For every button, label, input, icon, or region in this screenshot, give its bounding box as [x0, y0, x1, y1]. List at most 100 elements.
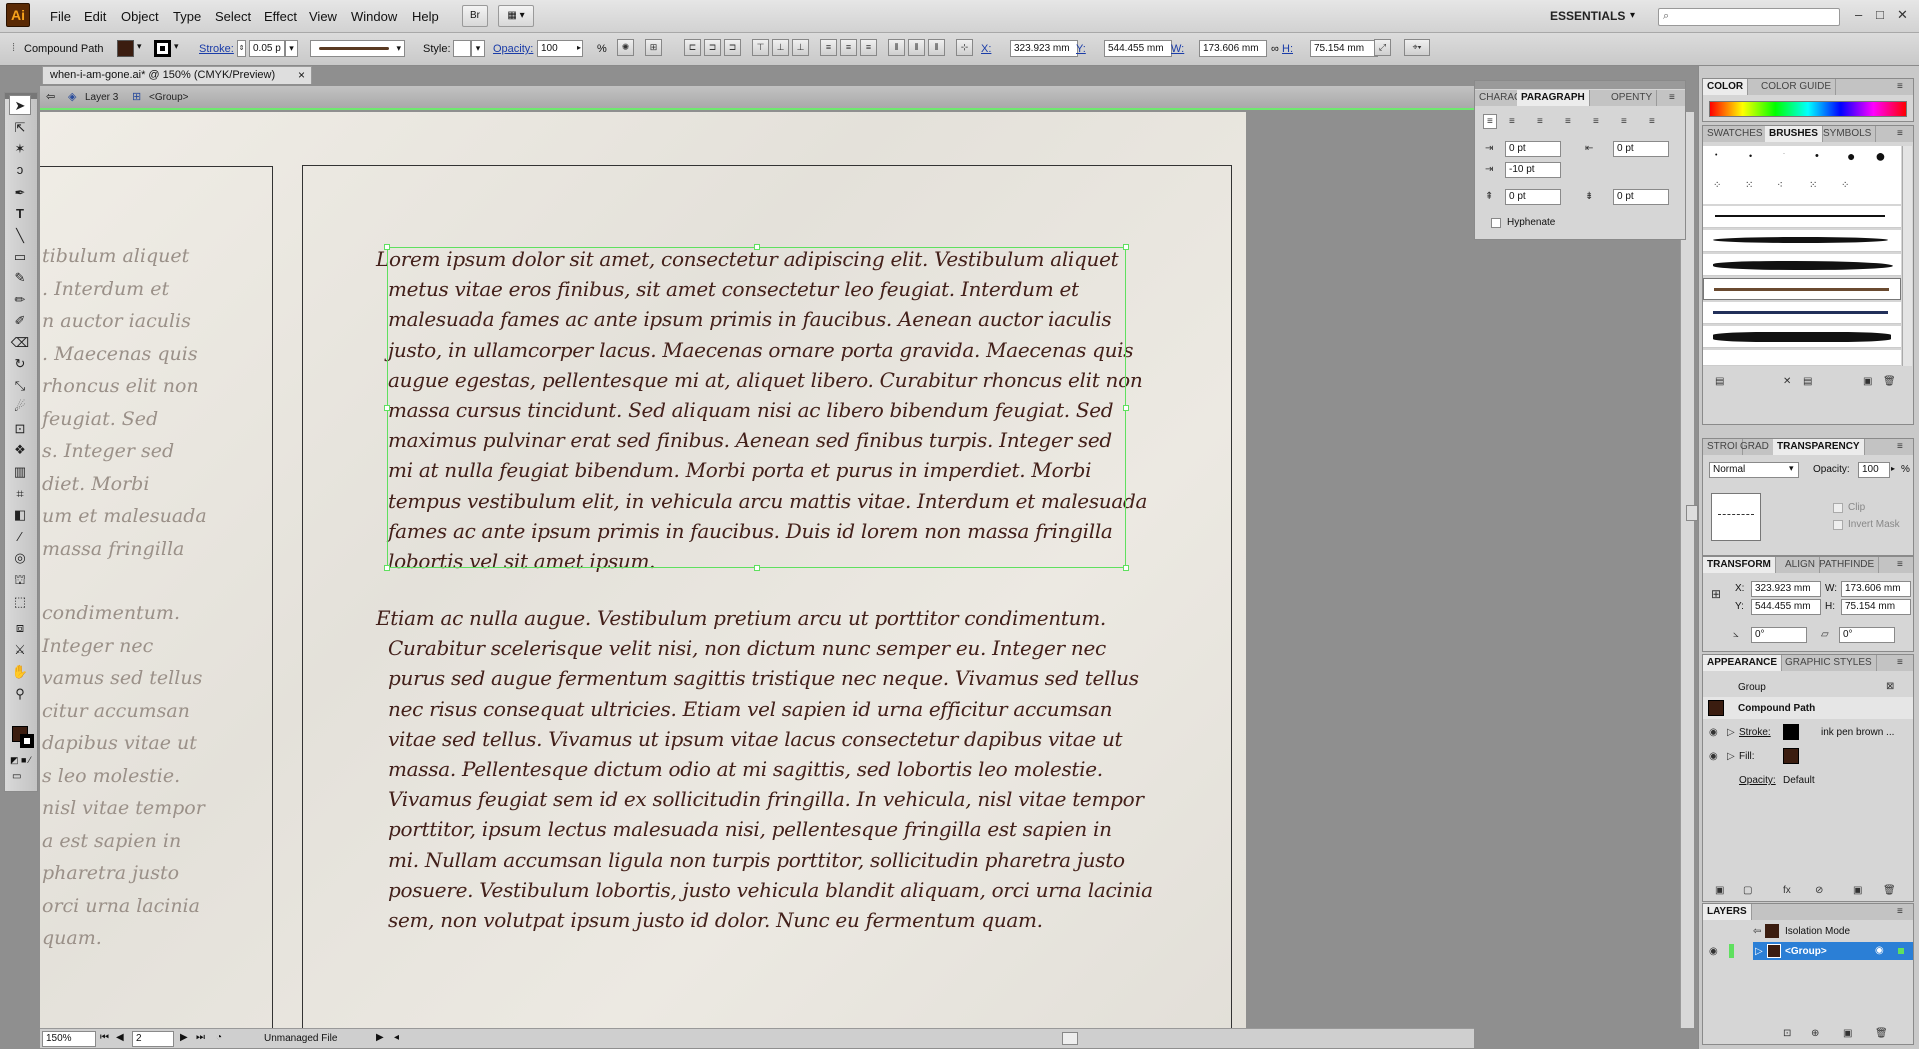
tab-gradient[interactable]: GRAD: [1736, 439, 1774, 455]
art-brush-row-selected[interactable]: [1703, 278, 1901, 300]
direct-selection-tool-icon[interactable]: ⇱: [9, 118, 31, 138]
zoom-tool-icon[interactable]: ⚲: [9, 684, 31, 704]
chevron-right-icon[interactable]: ▸: [577, 43, 581, 52]
next-artboard-icon[interactable]: ▶: [180, 1032, 188, 1043]
color-spectrum[interactable]: [1709, 101, 1907, 117]
transform-icon[interactable]: ⤢: [1374, 39, 1391, 56]
stroke-label[interactable]: Stroke:: [199, 43, 234, 55]
screen-mode-icon[interactable]: ▭: [12, 771, 21, 782]
selection-handle[interactable]: [384, 565, 390, 571]
expand-triangle-icon[interactable]: ▷: [1755, 946, 1763, 957]
new-layer-icon[interactable]: ▣: [1843, 1028, 1852, 1039]
brush-libraries-icon[interactable]: ▤: [1715, 376, 1724, 387]
brush-dot-icon[interactable]: •: [1749, 151, 1752, 161]
artboard-number[interactable]: 2: [132, 1031, 174, 1047]
h-input[interactable]: 75.154 mm: [1310, 40, 1378, 57]
align-top-icon[interactable]: ⊤: [752, 39, 769, 56]
live-paint-tool-icon[interactable]: ⛫: [9, 570, 31, 590]
brush-dot-icon[interactable]: •: [1715, 152, 1717, 159]
style-swatch[interactable]: [453, 40, 471, 57]
align-center-text-icon[interactable]: ≡: [1509, 116, 1515, 127]
justify-left-icon[interactable]: ≡: [1565, 116, 1571, 127]
art-brush-row[interactable]: [1703, 326, 1901, 348]
mesh-tool-icon[interactable]: ⌗: [9, 484, 31, 504]
distribute-right-icon[interactable]: ⫴: [928, 39, 945, 56]
tab-layers[interactable]: LAYERS: [1703, 904, 1752, 920]
rectangle-tool-icon[interactable]: ▭: [9, 247, 31, 267]
object-thumbnail[interactable]: [1711, 493, 1761, 541]
isolate-icon[interactable]: ⌖▾: [1404, 39, 1430, 56]
stepper-icon[interactable]: ⇕: [237, 40, 246, 57]
tab-paragraph[interactable]: PARAGRAPH: [1517, 90, 1590, 106]
expand-triangle-icon[interactable]: ▷: [1727, 727, 1735, 738]
delete-brush-icon[interactable]: 🗑: [1883, 376, 1896, 387]
last-artboard-icon[interactable]: ⏭: [196, 1032, 205, 1043]
lasso-tool-icon[interactable]: ↄ: [9, 160, 31, 180]
magic-wand-tool-icon[interactable]: ✶: [9, 139, 31, 159]
art-brush-row[interactable]: [1703, 230, 1901, 252]
scroll-thumb[interactable]: [1686, 505, 1698, 521]
remove-brush-stroke-icon[interactable]: ✕: [1783, 376, 1791, 387]
brush-dot-icon[interactable]: •: [1815, 150, 1819, 162]
menu-help[interactable]: Help: [412, 9, 439, 24]
appearance-opacity-label[interactable]: Opacity:: [1739, 775, 1776, 786]
space-after-input[interactable]: 0 pt: [1613, 189, 1669, 205]
reference-point-icon[interactable]: ⊹: [956, 39, 973, 56]
chevron-down-icon[interactable]: ▾: [174, 41, 179, 52]
menu-window[interactable]: Window: [351, 9, 397, 24]
tab-transparency[interactable]: TRANSPARENCY: [1773, 439, 1865, 455]
panel-menu-icon[interactable]: ≡: [1897, 559, 1903, 570]
distribute-hcenter-icon[interactable]: ⫴: [908, 39, 925, 56]
tab-brushes[interactable]: BRUSHES: [1765, 126, 1823, 142]
warp-tool-icon[interactable]: ☄: [9, 397, 31, 417]
brush-dot-icon[interactable]: ●: [1875, 146, 1886, 167]
panel-menu-icon[interactable]: ≡: [1669, 92, 1675, 103]
menu-object[interactable]: Object: [121, 9, 159, 24]
eraser-tool-icon[interactable]: ⌫: [9, 333, 31, 353]
appearance-stroke-value[interactable]: ink pen brown ...: [1821, 727, 1894, 738]
new-brush-icon[interactable]: ▣: [1863, 376, 1872, 387]
selection-handle[interactable]: [1123, 565, 1129, 571]
right-indent-input[interactable]: 0 pt: [1613, 141, 1669, 157]
blob-brush-tool-icon[interactable]: ✐: [9, 311, 31, 331]
first-artboard-icon[interactable]: ⏮: [100, 1032, 109, 1043]
tab-color-guide[interactable]: COLOR GUIDE: [1757, 79, 1837, 95]
art-brush-row[interactable]: [1703, 302, 1901, 324]
x-input[interactable]: 323.923 mm: [1010, 40, 1078, 57]
scale-tool-icon[interactable]: ⤡: [9, 376, 31, 396]
file-status[interactable]: Unmanaged File: [264, 1033, 337, 1044]
scatter-brush-icon[interactable]: ⁙: [1809, 180, 1817, 191]
free-transform-tool-icon[interactable]: ⊡: [9, 419, 31, 439]
selection-handle[interactable]: [384, 405, 390, 411]
status-menu-arrow-icon[interactable]: ▶: [376, 1032, 384, 1043]
vertical-scrollbar[interactable]: [1680, 112, 1694, 1028]
new-sublayer-icon[interactable]: ⊕: [1811, 1028, 1819, 1039]
panel-menu-icon[interactable]: ≡: [1897, 441, 1903, 452]
selection-handle[interactable]: [754, 565, 760, 571]
panel-menu-icon[interactable]: ≡: [1897, 128, 1903, 139]
stroke-swatch[interactable]: [154, 40, 171, 57]
brush-dot-icon[interactable]: ·: [1783, 151, 1785, 157]
menu-select[interactable]: Select: [215, 9, 251, 24]
panel-menu-icon[interactable]: ≡: [1897, 906, 1903, 917]
transform-y-input[interactable]: 544.455 mm: [1751, 599, 1821, 615]
justify-all-icon[interactable]: ≡: [1649, 116, 1655, 127]
eyedropper-tool-icon[interactable]: ⁄: [9, 527, 31, 547]
default-colors-icon[interactable]: ◩ ■ ⁄: [10, 755, 30, 766]
opacity-label[interactable]: Opacity:: [493, 43, 533, 55]
brush-dot-icon[interactable]: ●: [1847, 148, 1855, 164]
breadcrumb-group[interactable]: <Group>: [149, 92, 188, 103]
maximize-button[interactable]: □: [1876, 7, 1884, 22]
search-input[interactable]: ⌕: [1658, 8, 1840, 26]
text-paragraph-2[interactable]: Etiam ac nulla augue. Vestibulum pretium…: [376, 603, 1153, 935]
layer-group-name[interactable]: <Group>: [1785, 946, 1827, 957]
appearance-fill-swatch[interactable]: [1783, 748, 1799, 764]
tab-graphic-styles[interactable]: GRAPHIC STYLES: [1781, 655, 1877, 671]
symbol-sprayer-tool-icon[interactable]: ❖: [9, 440, 31, 460]
rotate-tool-icon[interactable]: ↻: [9, 354, 31, 374]
live-paint-selection-icon[interactable]: ⬚: [9, 592, 31, 612]
panel-menu-icon[interactable]: ≡: [1897, 657, 1903, 668]
w-input[interactable]: 173.606 mm: [1199, 40, 1267, 57]
eye-icon[interactable]: ◉: [1709, 946, 1718, 957]
minimize-button[interactable]: –: [1855, 7, 1862, 22]
